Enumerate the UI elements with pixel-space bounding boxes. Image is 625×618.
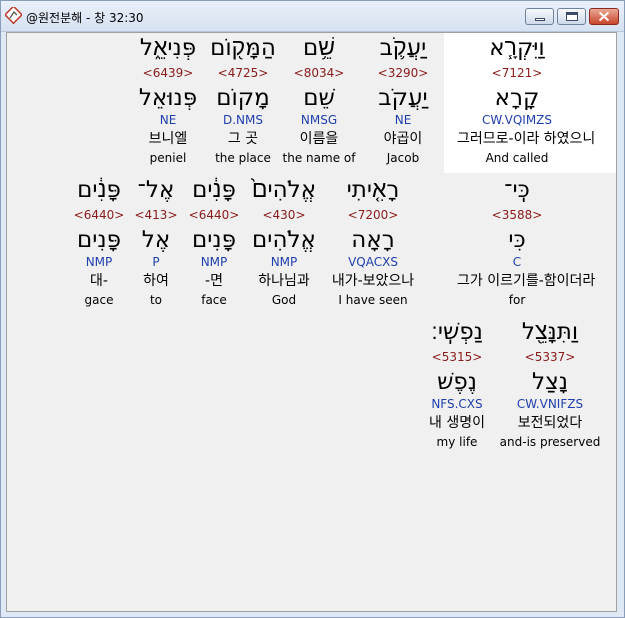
hebrew-word: כִּֽי־ <box>504 177 530 203</box>
window-title: @원전분해 - 창 32:30 <box>26 11 144 25</box>
hebrew-word: שֵׁ֥ם <box>302 35 336 61</box>
english-gloss: for <box>508 293 526 307</box>
morphology-code: C <box>512 255 522 269</box>
hebrew-lemma: שֵׁם <box>303 85 335 111</box>
morphology-code: CW.VQIMZS <box>481 113 553 127</box>
korean-gloss: 내가-보았으나 <box>331 273 415 289</box>
hebrew-lemma: קָרָא <box>494 85 540 111</box>
app-window: @원전분해 - 창 32:30 פְּנִיאֵ֑ל <6439> פְּנוּאֵ… <box>0 0 625 618</box>
maximize-icon <box>566 12 578 21</box>
morphology-code: D.NMS <box>222 113 263 127</box>
app-icon <box>5 7 22 24</box>
hebrew-lemma: אֱלֹהִים <box>252 227 316 253</box>
strong-number: <6439> <box>142 66 194 80</box>
hebrew-word: נַפְשִֽׁי׃ <box>431 319 483 345</box>
close-button[interactable] <box>589 8 619 25</box>
hebrew-word: וַתִּנָּצֵ֖ל <box>521 319 579 345</box>
close-icon <box>598 11 610 22</box>
strong-number: <7121> <box>491 66 543 80</box>
hebrew-lemma: יַעֲקֹב <box>378 85 428 111</box>
hebrew-lemma: כִּי <box>508 227 526 253</box>
hebrew-word: רָאִ֤יתִי <box>346 177 400 203</box>
maximize-button[interactable] <box>557 8 586 25</box>
korean-gloss: 그러므로-이라 하였으니 <box>457 131 596 147</box>
title-bar[interactable]: @원전분해 - 창 32:30 <box>1 1 624 32</box>
morphology-code: VQACXS <box>348 255 398 269</box>
korean-gloss: 야곱이 <box>383 131 423 147</box>
hebrew-word: יַעֲקֹ֛ב <box>379 35 427 61</box>
hebrew-lemma: פְּנוּאֵל <box>138 85 198 111</box>
hebrew-lemma: מָקוֹם <box>216 85 270 111</box>
strong-number: <3588> <box>491 208 543 222</box>
hebrew-word: פְּנִיאֵ֑ל <box>139 35 197 61</box>
strong-number: <7200> <box>347 208 399 222</box>
morphology-code: NE <box>159 113 177 127</box>
english-gloss: and-is preserved <box>499 435 601 449</box>
english-gloss: And called <box>485 151 549 165</box>
strong-number: <5315> <box>431 350 483 364</box>
english-gloss: Jacob <box>386 151 420 165</box>
hebrew-lemma: נָצַל <box>532 369 568 395</box>
korean-gloss: 보전되었다 <box>517 415 583 431</box>
hebrew-word: פָּנִ֔ים <box>192 177 236 203</box>
hebrew-word: וַיִּקְרָ֧א <box>489 35 545 61</box>
morphology-code: NE <box>394 113 412 127</box>
strong-number: <5337> <box>524 350 576 364</box>
hebrew-word: הַמָּק֖וֹם <box>210 35 276 61</box>
interlinear-view[interactable]: פְּנִיאֵ֑ל <6439> פְּנוּאֵל NE 브니엘 peniel הַמָ… <box>6 32 617 612</box>
hebrew-lemma: רָאָה <box>351 227 395 253</box>
strong-number: <430> <box>262 208 306 222</box>
strong-number: <6440> <box>188 208 240 222</box>
morphology-code: NFS.CXS <box>431 397 483 411</box>
morphology-code: NMP <box>200 255 228 269</box>
strong-number: <3290> <box>377 66 429 80</box>
korean-gloss: 그가 이르기를-함이더라 <box>457 273 596 289</box>
hebrew-lemma: פָּנִים <box>192 227 236 253</box>
minimize-icon <box>535 18 545 21</box>
strong-number: <8034> <box>293 66 345 80</box>
minimize-button[interactable] <box>525 8 554 25</box>
morphology-code: CW.VNIFZS <box>516 397 584 411</box>
strong-number: <4725> <box>217 66 269 80</box>
morphology-code: NMP <box>270 255 298 269</box>
hebrew-lemma: נֶפֶשׁ <box>437 369 477 395</box>
morphology-code: NMSG <box>300 113 338 127</box>
english-gloss: I have seen <box>338 293 408 307</box>
hebrew-word: אֱלֹהִים֙ <box>251 177 317 203</box>
